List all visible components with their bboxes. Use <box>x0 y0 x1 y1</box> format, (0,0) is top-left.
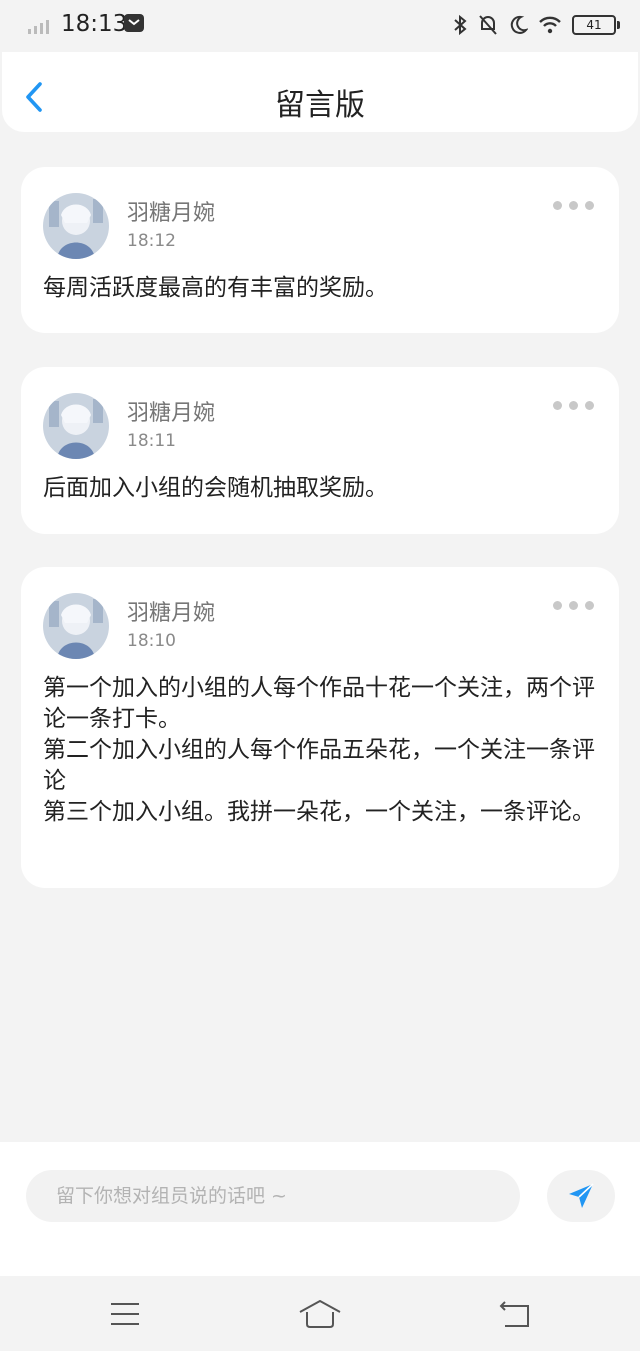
message-card: 羽糖月婉 18:11 后面加入小组的会随机抽取奖励。 <box>21 367 619 534</box>
author-name: 羽糖月婉 <box>127 401 216 426</box>
message-text: 后面加入小组的会随机抽取奖励。 <box>43 475 388 501</box>
wifi-icon <box>539 16 561 34</box>
return-icon[interactable] <box>499 1300 531 1328</box>
message-time: 18:12 <box>127 231 176 251</box>
message-icon <box>124 14 144 32</box>
battery-indicator: 41 <box>572 15 620 35</box>
send-icon <box>569 1183 594 1208</box>
send-button[interactable] <box>547 1170 615 1222</box>
home-icon[interactable] <box>299 1300 341 1328</box>
status-bar: 18:13 41 <box>0 0 640 52</box>
page-title: 留言版 <box>275 88 365 123</box>
message-time: 18:10 <box>127 631 176 651</box>
more-dots-icon[interactable] <box>553 201 597 215</box>
menu-icon[interactable] <box>110 1300 140 1328</box>
author-name: 羽糖月婉 <box>127 201 216 226</box>
avatar[interactable] <box>43 593 109 659</box>
message-card: 羽糖月婉 18:12 每周活跃度最高的有丰富的奖励。 <box>21 167 619 333</box>
bluetooth-icon <box>454 14 467 36</box>
message-text: 第一个加入的小组的人每个作品十花一个关注，两个评论一条打卡。 第二个加入小组的人… <box>43 675 595 825</box>
author-name: 羽糖月婉 <box>127 601 216 626</box>
more-dots-icon[interactable] <box>553 401 597 415</box>
moon-icon <box>510 15 528 34</box>
more-dots-icon[interactable] <box>553 601 597 615</box>
message-time: 18:11 <box>127 431 176 451</box>
system-nav-bar <box>0 1276 640 1351</box>
status-time: 18:13 <box>61 11 128 37</box>
message-input[interactable]: 留下你想对组员说的话吧 ~ <box>26 1170 520 1222</box>
avatar[interactable] <box>43 393 109 459</box>
app-header: 留言版 <box>2 52 638 132</box>
avatar[interactable] <box>43 193 109 259</box>
composer-panel: 留下你想对组员说的话吧 ~ <box>0 1142 640 1276</box>
signal-icon <box>28 20 49 34</box>
message-card: 羽糖月婉 18:10 第一个加入的小组的人每个作品十花一个关注，两个评论一条打卡… <box>21 567 619 888</box>
message-text: 每周活跃度最高的有丰富的奖励。 <box>43 275 388 301</box>
mute-bell-icon <box>479 15 497 35</box>
